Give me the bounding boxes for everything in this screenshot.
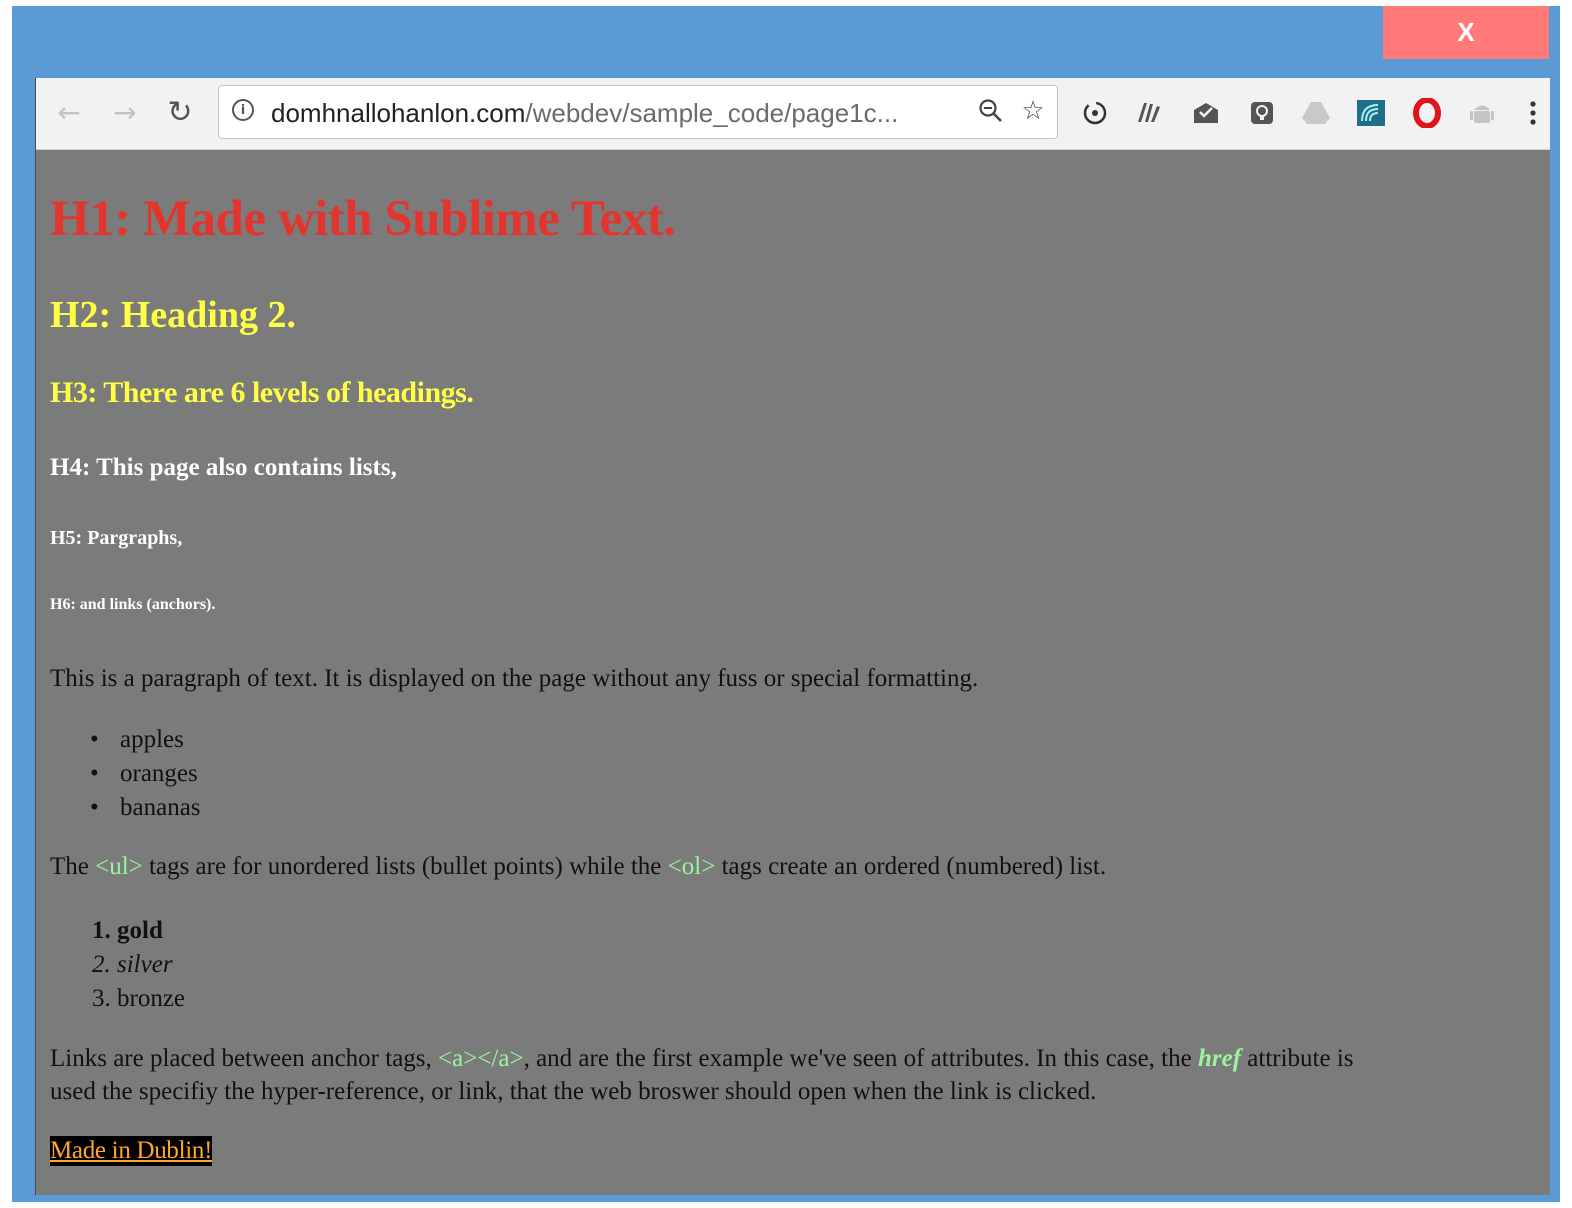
lightbulb-icon[interactable] [1247, 98, 1277, 128]
url-host: domhnallohanlon.com [271, 98, 526, 128]
bullet-icon: • [90, 760, 99, 787]
href-attribute: href [1197, 1045, 1242, 1072]
browser-window: ← → ↻ i domhnallohanlon.com/webdev/sampl… [35, 78, 1550, 1195]
back-arrow-icon[interactable]: ← [53, 96, 85, 129]
android-icon[interactable] [1467, 98, 1497, 128]
list-item: 1. gold [92, 917, 163, 944]
reload-icon[interactable]: ↻ [164, 95, 196, 130]
paragraph-2: The <ul> tags are for unordered lists (b… [50, 853, 1107, 880]
close-button[interactable]: X [1383, 6, 1549, 59]
list-item: • bananas [86, 791, 201, 825]
bullet-icon: • [90, 726, 99, 753]
code-anchor: <a></a> [438, 1045, 524, 1072]
opera-icon[interactable] [1412, 98, 1442, 128]
paragraph-3: Links are placed between anchor tags, <a… [50, 1045, 1354, 1105]
heading-2: H2: Heading 2. [50, 294, 296, 336]
paragraph-1: This is a paragraph of text. It is displ… [50, 665, 979, 692]
heading-4: H4: This page also contains lists, [50, 454, 397, 481]
zoom-icon[interactable] [977, 96, 1005, 126]
drive-icon[interactable] [1301, 98, 1331, 128]
bullet-icon: • [90, 794, 99, 821]
url-path: /webdev/sample_code/page1c... [525, 98, 899, 128]
books-icon[interactable] [1135, 98, 1165, 128]
code-ol: <ol> [667, 853, 716, 880]
heading-1: H1: Made with Sublime Text. [50, 191, 676, 247]
made-in-dublin-link[interactable]: Made in Dublin! [50, 1136, 212, 1166]
list-item: 3. bronze [92, 985, 186, 1012]
sync-icon[interactable] [1080, 98, 1110, 128]
mail-icon[interactable] [1191, 98, 1221, 128]
list-item: • oranges [86, 757, 201, 791]
unordered-list: • apples • oranges • bananas [86, 723, 201, 825]
list-item: 2. silver [92, 951, 173, 978]
page-content: H1: Made with Sublime Text. H2: Heading … [36, 150, 1550, 1195]
list-item: • apples [86, 723, 201, 757]
bookmark-star-icon[interactable]: ☆ [1019, 96, 1047, 126]
heading-5: H5: Pargraphs, [50, 527, 183, 549]
info-icon[interactable]: i [232, 99, 254, 121]
forward-arrow-icon[interactable]: → [109, 96, 141, 129]
code-ul: <ul> [95, 853, 143, 880]
heading-6: H6: and links (anchors). [50, 596, 216, 613]
address-bar[interactable]: i domhnallohanlon.com/webdev/sample_code… [218, 85, 1058, 139]
url-text[interactable]: domhnallohanlon.com/webdev/sample_code/p… [271, 98, 898, 129]
kebab-menu-icon[interactable] [1523, 98, 1543, 128]
browser-toolbar: ← → ↻ i domhnallohanlon.com/webdev/sampl… [36, 78, 1550, 150]
wave-icon[interactable] [1356, 98, 1386, 128]
ordered-list: 1. gold 2. silver 3. bronze [92, 914, 185, 1016]
heading-3: H3: There are 6 levels of headings. [50, 376, 474, 409]
